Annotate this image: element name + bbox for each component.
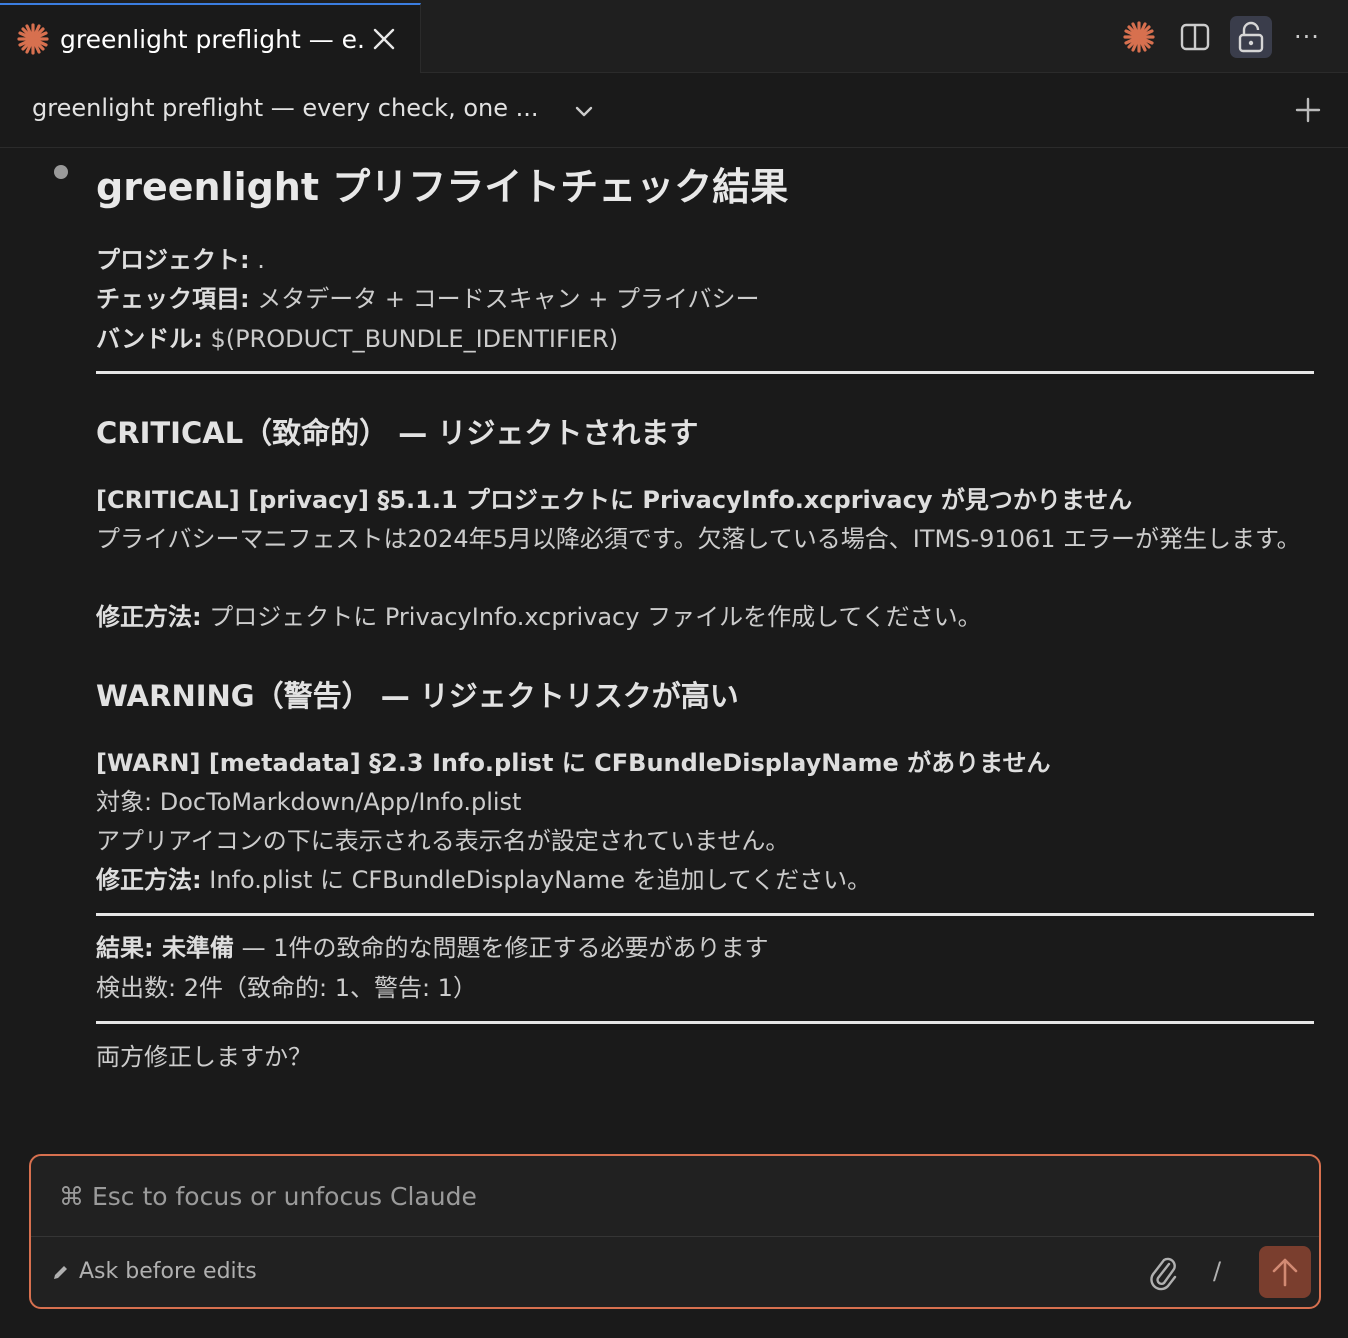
lock-button[interactable] (1230, 16, 1272, 58)
more-icon: ··· (1294, 23, 1320, 51)
tab-bar: greenlight preflight — e... ··· (0, 0, 1348, 73)
project-line: プロジェクト: . (96, 246, 265, 274)
tab-greenlight-preflight[interactable]: greenlight preflight — e... (0, 3, 421, 73)
send-button[interactable] (1259, 1246, 1311, 1298)
critical-item-title: [CRITICAL] [privacy] §5.1.1 プロジェクトに Priv… (96, 486, 1133, 514)
chevron-down-icon[interactable] (570, 98, 598, 126)
pencil-icon (54, 1265, 67, 1279)
toolbar-actions: ··· (1118, 16, 1328, 58)
session-title[interactable]: greenlight preflight — every check, one … (32, 94, 552, 122)
critical-item-desc: プライバシーマニフェストは2024年5月以降必須です。欠落している場合、ITMS… (96, 525, 1301, 553)
message-title: greenlight プリフライトチェック結果 (96, 165, 789, 209)
divider (96, 1021, 1314, 1024)
message-bullet (54, 165, 68, 179)
critical-fix-line: 修正方法: プロジェクトに PrivacyInfo.xcprivacy ファイル… (96, 603, 982, 631)
session-header: greenlight preflight — every check, one … (0, 74, 1348, 148)
lock-icon (1238, 21, 1264, 53)
warning-heading: WARNING（警告） — リジェクトリスクが高い (96, 679, 739, 713)
question-line: 両方修正しますか？ (96, 1043, 312, 1071)
paperclip-icon[interactable] (1147, 1254, 1181, 1292)
divider (96, 371, 1314, 374)
claude-spark-icon (17, 23, 49, 55)
critical-heading: CRITICAL（致命的） — リジェクトされます (96, 416, 699, 450)
plus-icon[interactable] (1292, 94, 1324, 126)
warning-desc: アプリアイコンの下に表示される表示名が設定されていません。 (96, 827, 790, 855)
composer-divider (31, 1236, 1319, 1237)
tab-title: greenlight preflight — e... (60, 24, 366, 54)
divider (96, 913, 1314, 916)
checks-line: チェック項目: メタデータ + コードスキャン + プライバシー (96, 285, 760, 313)
claude-spark-icon (1123, 21, 1155, 53)
count-line: 検出数: 2件（致命的: 1、警告: 1） (96, 974, 477, 1002)
claude-button[interactable] (1118, 16, 1160, 58)
warning-item-title: [WARN] [metadata] §2.3 Info.plist に CFBu… (96, 749, 1051, 777)
edit-mode-selector[interactable]: Ask before edits (51, 1259, 257, 1284)
more-button[interactable]: ··· (1286, 16, 1328, 58)
close-icon[interactable] (366, 21, 402, 57)
split-editor-icon (1180, 23, 1210, 51)
split-editor-button[interactable] (1174, 16, 1216, 58)
bundle-line: バンドル: $(PRODUCT_BUNDLE_IDENTIFIER) (96, 325, 619, 353)
edit-mode-label: Ask before edits (79, 1259, 257, 1284)
chat-input-placeholder[interactable]: ⌘ Esc to focus or unfocus Claude (59, 1182, 477, 1211)
warning-target: 対象: DocToMarkdown/App/Info.plist (96, 788, 522, 816)
slash-command-button[interactable]: / (1213, 1257, 1221, 1285)
warning-fix-line: 修正方法: Info.plist に CFBundleDisplayName を… (96, 866, 872, 894)
result-line: 結果: 未準備 — 1件の致命的な問題を修正する必要があります (96, 934, 769, 962)
arrow-up-icon (1272, 1258, 1298, 1287)
chat-input-box[interactable]: ⌘ Esc to focus or unfocus Claude Ask bef… (29, 1154, 1321, 1309)
conversation[interactable]: greenlight プリフライトチェック結果 プロジェクト: . チェック項目… (0, 148, 1348, 1138)
